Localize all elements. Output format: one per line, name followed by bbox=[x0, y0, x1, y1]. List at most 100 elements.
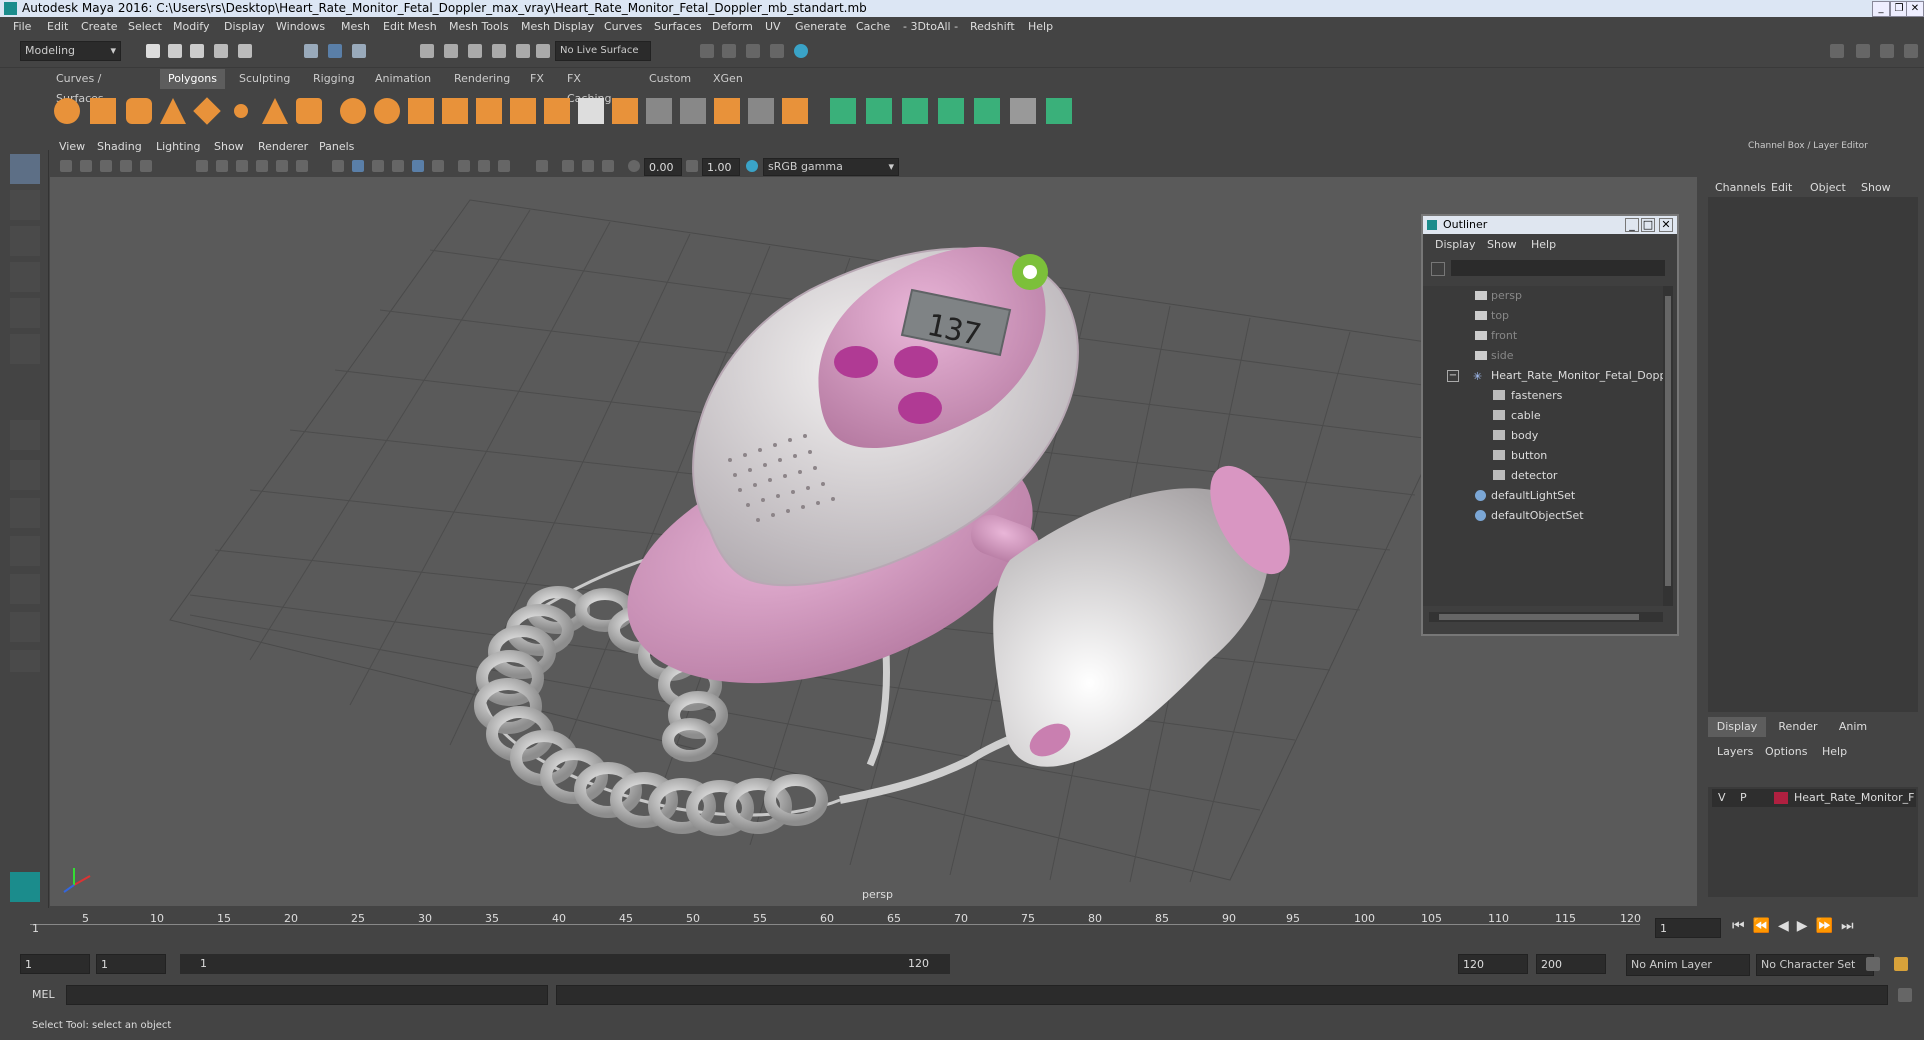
lasso-tool-icon[interactable] bbox=[10, 190, 40, 220]
outliner-menu-display[interactable]: Display bbox=[1435, 238, 1476, 251]
script-editor-icon[interactable] bbox=[1898, 988, 1912, 1002]
snap-grid-icon[interactable] bbox=[420, 44, 434, 58]
auto-key-icon[interactable] bbox=[1866, 957, 1880, 971]
menu-mesh-display[interactable]: Mesh Display bbox=[521, 20, 594, 33]
mel-label[interactable]: MEL bbox=[32, 988, 55, 1001]
fill-hole-icon[interactable] bbox=[782, 98, 808, 124]
shelf-menu-icon[interactable] bbox=[24, 72, 36, 132]
select-component-icon[interactable] bbox=[352, 44, 366, 58]
tab-polygons[interactable]: Polygons bbox=[160, 69, 225, 89]
merge-icon[interactable] bbox=[714, 98, 740, 124]
start-time-field[interactable]: 1 bbox=[20, 954, 90, 974]
snap-surface-icon[interactable] bbox=[516, 44, 530, 58]
menu-curves[interactable]: Curves bbox=[604, 20, 642, 33]
menu-generate[interactable]: Generate bbox=[795, 20, 846, 33]
paint-select-tool-icon[interactable] bbox=[10, 226, 40, 256]
tab-custom[interactable]: Custom bbox=[641, 69, 699, 89]
layer-color-swatch[interactable] bbox=[1774, 792, 1788, 804]
boolean-icon[interactable] bbox=[476, 98, 502, 124]
collapse-icon[interactable]: − bbox=[1447, 370, 1459, 382]
vp-menu-view[interactable]: View bbox=[59, 140, 85, 153]
insert-edge-loop-icon[interactable] bbox=[646, 98, 672, 124]
cut-uv-icon[interactable] bbox=[1046, 98, 1072, 124]
select-tool-icon[interactable] bbox=[10, 154, 40, 184]
safe-action-icon[interactable] bbox=[296, 160, 308, 172]
mirror-icon[interactable] bbox=[510, 98, 536, 124]
snap-view-icon[interactable] bbox=[492, 44, 506, 58]
poly-torus-icon[interactable] bbox=[228, 98, 254, 124]
menu-uv[interactable]: UV bbox=[765, 20, 781, 33]
options-menu[interactable]: Options bbox=[1765, 745, 1807, 758]
xray-icon[interactable] bbox=[562, 160, 574, 172]
menu-mesh-tools[interactable]: Mesh Tools bbox=[449, 20, 509, 33]
edit-menu[interactable]: Edit bbox=[1771, 181, 1792, 194]
menu-surfaces[interactable]: Surfaces bbox=[654, 20, 702, 33]
layer-playback-toggle[interactable]: P bbox=[1740, 791, 1747, 804]
vp-menu-panels[interactable]: Panels bbox=[319, 140, 354, 153]
live-surface-field[interactable]: No Live Surface bbox=[555, 41, 651, 61]
playback-start-field[interactable]: 1 bbox=[96, 954, 166, 974]
poly-prism-icon[interactable] bbox=[262, 98, 288, 124]
outliner-search-input[interactable] bbox=[1451, 260, 1665, 276]
menu-deform[interactable]: Deform bbox=[712, 20, 753, 33]
single-perspective-layout-icon[interactable] bbox=[10, 420, 40, 450]
tab-xgen[interactable]: XGen bbox=[705, 69, 751, 89]
color-management-icon[interactable] bbox=[746, 160, 758, 172]
shadows-icon[interactable] bbox=[432, 160, 444, 172]
outliner-menu-show[interactable]: Show bbox=[1487, 238, 1517, 251]
layer-row[interactable]: V P Heart_Rate_Monitor_F bbox=[1712, 789, 1916, 807]
render-icon[interactable] bbox=[700, 44, 714, 58]
channels-menu[interactable]: Channels bbox=[1715, 181, 1766, 194]
extrude-icon[interactable] bbox=[544, 98, 570, 124]
poly-sphere-icon[interactable] bbox=[54, 98, 80, 124]
tab-anim[interactable]: Anim bbox=[1828, 717, 1878, 737]
end-time-field[interactable]: 200 bbox=[1536, 954, 1606, 974]
mel-input[interactable] bbox=[66, 985, 548, 1005]
minimize-button[interactable]: _ bbox=[1872, 1, 1890, 17]
select-object-icon[interactable] bbox=[328, 44, 342, 58]
resolution-gate-icon[interactable] bbox=[236, 160, 248, 172]
poly-pipe-icon[interactable] bbox=[296, 98, 322, 124]
time-slider[interactable]: 1 5 10 15 20 25 30 35 40 45 50 55 60 65 … bbox=[20, 910, 1641, 944]
playback-controls[interactable]: ⏮⏪◀▶⏩⏭ bbox=[1732, 918, 1918, 938]
snap-curve-icon[interactable] bbox=[444, 44, 458, 58]
menu-display[interactable]: Display bbox=[224, 20, 265, 33]
vp-menu-renderer[interactable]: Renderer bbox=[258, 140, 308, 153]
outliner-layout-icon[interactable] bbox=[10, 536, 40, 566]
poly-plane-icon[interactable] bbox=[193, 97, 221, 125]
help-menu[interactable]: Help bbox=[1822, 745, 1847, 758]
move-tool-icon[interactable] bbox=[10, 262, 40, 292]
backface-icon[interactable] bbox=[602, 160, 614, 172]
combine-icon[interactable] bbox=[340, 98, 366, 124]
save-scene-icon[interactable] bbox=[190, 44, 204, 58]
gate-mask-icon[interactable] bbox=[256, 160, 268, 172]
tab-render[interactable]: Render bbox=[1773, 717, 1823, 737]
poly-cylinder-icon[interactable] bbox=[126, 98, 152, 124]
anim-layer-dropdown[interactable]: No Anim Layer bbox=[1626, 954, 1750, 976]
menu-mesh[interactable]: Mesh bbox=[341, 20, 370, 33]
four-view-layout-icon[interactable] bbox=[10, 460, 40, 490]
image-plane-icon[interactable] bbox=[120, 160, 132, 172]
menu-windows[interactable]: Windows bbox=[276, 20, 325, 33]
object-menu[interactable]: Object bbox=[1810, 181, 1846, 194]
two-pane-layout-icon[interactable] bbox=[10, 498, 40, 528]
multi-cut-icon[interactable] bbox=[680, 98, 706, 124]
smooth-shade-icon[interactable] bbox=[352, 160, 364, 172]
wireframe-on-shaded-icon[interactable] bbox=[372, 160, 384, 172]
close-button[interactable]: ✕ bbox=[1906, 1, 1924, 17]
new-scene-icon[interactable] bbox=[146, 44, 160, 58]
menu-edit[interactable]: Edit bbox=[47, 20, 68, 33]
vp-menu-shading[interactable]: Shading bbox=[97, 140, 142, 153]
render-settings-icon[interactable] bbox=[746, 44, 760, 58]
outliner-maximize-button[interactable]: □ bbox=[1641, 218, 1655, 232]
layout-options-icon[interactable] bbox=[10, 650, 40, 672]
preferences-icon[interactable] bbox=[1894, 957, 1908, 971]
vp-menu-lighting[interactable]: Lighting bbox=[156, 140, 200, 153]
open-scene-icon[interactable] bbox=[168, 44, 182, 58]
layers-menu[interactable]: Layers bbox=[1717, 745, 1753, 758]
menu-redshift[interactable]: Redshift bbox=[970, 20, 1015, 33]
vertical-scrollbar[interactable] bbox=[1663, 286, 1673, 606]
uv-editor-icon[interactable] bbox=[974, 98, 1000, 124]
show-menu[interactable]: Show bbox=[1861, 181, 1891, 194]
tab-animation[interactable]: Animation bbox=[367, 69, 439, 89]
